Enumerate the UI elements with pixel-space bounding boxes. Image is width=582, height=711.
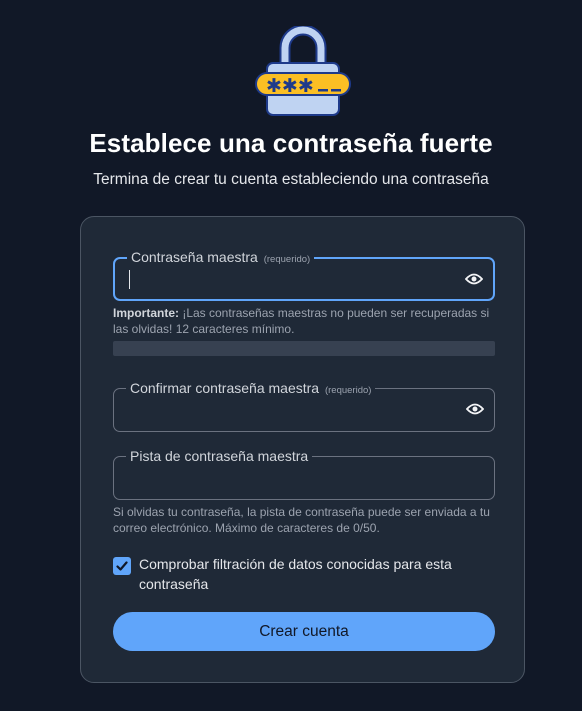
password-hint-input[interactable] bbox=[126, 465, 456, 491]
page-title: Establece una contraseña fuerte bbox=[89, 128, 493, 158]
hint-help-text: Si olvidas tu contraseña, la pista de co… bbox=[113, 505, 490, 535]
master-password-field[interactable]: Contraseña maestra (requerido) bbox=[113, 248, 495, 301]
important-label: Importante: bbox=[113, 306, 179, 320]
master-password-input[interactable] bbox=[127, 267, 457, 293]
master-password-label: Contraseña maestra (requerido) bbox=[127, 248, 315, 269]
show-password-icon[interactable] bbox=[466, 402, 484, 416]
password-help: Importante: ¡Las contraseñas maestras no… bbox=[113, 306, 495, 337]
show-password-icon[interactable] bbox=[465, 272, 483, 286]
create-password-card: Contraseña maestra (requerido) Important… bbox=[80, 216, 525, 683]
lock-password-icon: ✱✱✱ bbox=[255, 26, 351, 116]
password-hint-label: Pista de contraseña maestra bbox=[126, 447, 313, 465]
required-indicator: (requerido) bbox=[263, 254, 311, 265]
password-strength-bar bbox=[113, 341, 495, 356]
page-subtitle: Termina de crear tu cuenta estableciendo… bbox=[93, 171, 489, 188]
create-account-button[interactable]: Crear cuenta bbox=[113, 612, 495, 651]
breach-check-label[interactable]: Comprobar filtración de datos conocidas … bbox=[139, 554, 479, 594]
password-hint-field[interactable]: Pista de contraseña maestra bbox=[113, 447, 495, 500]
checkmark-icon bbox=[116, 561, 128, 571]
required-indicator: (requerido) bbox=[324, 385, 372, 396]
confirm-password-input[interactable] bbox=[126, 397, 456, 423]
breach-check-checkbox[interactable] bbox=[113, 557, 131, 575]
svg-text:✱✱✱: ✱✱✱ bbox=[266, 75, 314, 97]
text-caret bbox=[129, 270, 130, 289]
confirm-password-field[interactable]: Confirmar contraseña maestra (requerido) bbox=[113, 379, 495, 432]
